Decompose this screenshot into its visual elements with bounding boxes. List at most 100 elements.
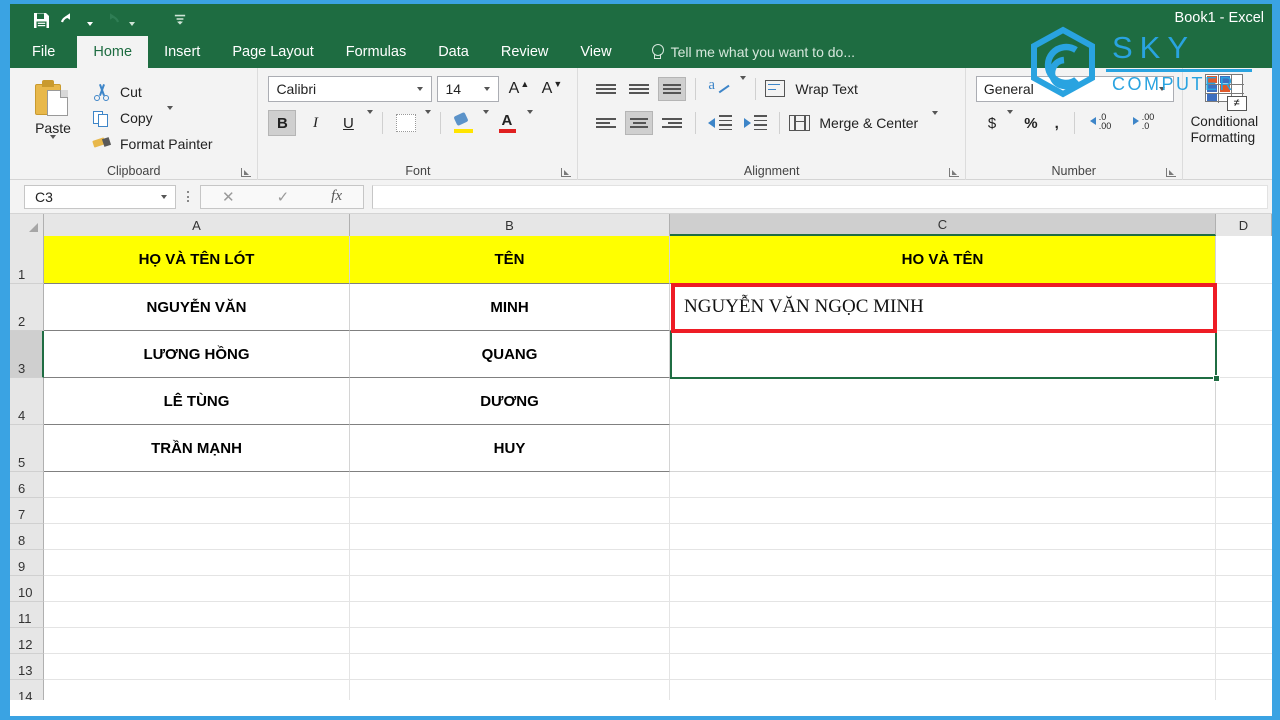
copy-dropdown-icon[interactable] bbox=[166, 106, 173, 126]
borders-dropdown-icon[interactable] bbox=[425, 110, 432, 132]
row-header-9[interactable]: 9 bbox=[10, 550, 44, 576]
redo-dropdown-icon[interactable] bbox=[126, 8, 138, 32]
increase-decimal-button[interactable]: .0.00 bbox=[1084, 110, 1122, 136]
row-header-12[interactable]: 12 bbox=[10, 628, 44, 654]
cell-B7[interactable] bbox=[350, 498, 670, 524]
cell-C13[interactable] bbox=[670, 654, 1216, 680]
cell-D9[interactable] bbox=[1216, 550, 1272, 576]
redo-icon[interactable] bbox=[98, 8, 124, 32]
merge-center-button[interactable]: Merge & Center bbox=[789, 110, 939, 136]
cell-C10[interactable] bbox=[670, 576, 1216, 602]
tab-view[interactable]: View bbox=[564, 36, 627, 68]
name-box[interactable]: C3 bbox=[24, 184, 176, 209]
tab-insert[interactable]: Insert bbox=[148, 36, 216, 68]
cell-B3[interactable]: QUANG bbox=[350, 331, 670, 378]
orientation-dropdown-icon[interactable] bbox=[740, 76, 747, 98]
clipboard-dialog-launcher[interactable] bbox=[241, 166, 252, 177]
row-header-10[interactable]: 10 bbox=[10, 576, 44, 602]
tab-review[interactable]: Review bbox=[485, 36, 565, 68]
merge-dropdown-icon[interactable] bbox=[932, 111, 939, 131]
decrease-indent-button[interactable] bbox=[705, 110, 735, 136]
font-color-dropdown-icon[interactable] bbox=[527, 110, 534, 132]
cell-B2[interactable]: MINH bbox=[350, 284, 670, 331]
column-header-d[interactable]: D bbox=[1216, 214, 1272, 236]
cell-A5[interactable]: TRẦN MẠNH bbox=[44, 425, 350, 472]
cell-C6[interactable] bbox=[670, 472, 1216, 498]
cell-C5[interactable] bbox=[670, 425, 1216, 472]
cell-A2[interactable]: NGUYỄN VĂN bbox=[44, 284, 350, 331]
cell-D7[interactable] bbox=[1216, 498, 1272, 524]
top-align-button[interactable] bbox=[592, 77, 620, 101]
decrease-decimal-button[interactable]: .00.0 bbox=[1127, 110, 1165, 136]
orientation-button[interactable]: a bbox=[705, 76, 735, 102]
cell-D13[interactable] bbox=[1216, 654, 1272, 680]
cell-A4[interactable]: LÊ TÙNG bbox=[44, 378, 350, 425]
cell-A10[interactable] bbox=[44, 576, 350, 602]
increase-indent-button[interactable] bbox=[740, 110, 770, 136]
cell-C3[interactable] bbox=[670, 331, 1216, 378]
cell-B9[interactable] bbox=[350, 550, 670, 576]
cell-A11[interactable] bbox=[44, 602, 350, 628]
cancel-icon[interactable]: ✕ bbox=[222, 188, 235, 206]
tell-me-search[interactable]: Tell me what you want to do... bbox=[628, 36, 855, 68]
borders-button[interactable] bbox=[392, 110, 420, 136]
percent-format-button[interactable]: % bbox=[1018, 110, 1043, 136]
italic-button[interactable]: I bbox=[301, 110, 329, 136]
cell-D4[interactable] bbox=[1216, 378, 1272, 425]
fill-color-dropdown-icon[interactable] bbox=[483, 110, 490, 132]
cell-C2[interactable]: NGUYỄN VĂN NGỌC MINH bbox=[670, 284, 1216, 331]
row-header-5[interactable]: 5 bbox=[10, 425, 44, 472]
cell-C9[interactable] bbox=[670, 550, 1216, 576]
cell-B5[interactable]: HUY bbox=[350, 425, 670, 472]
wrap-text-button[interactable]: Wrap Text bbox=[765, 76, 858, 102]
cell-B4[interactable]: DƯƠNG bbox=[350, 378, 670, 425]
cell-A1[interactable]: HỌ VÀ TÊN LÓT bbox=[44, 236, 350, 284]
cell-D8[interactable] bbox=[1216, 524, 1272, 550]
cell-D3[interactable] bbox=[1216, 331, 1272, 378]
undo-icon[interactable] bbox=[56, 8, 82, 32]
cell-D12[interactable] bbox=[1216, 628, 1272, 654]
tab-file[interactable]: File bbox=[10, 36, 78, 68]
cell-D1[interactable] bbox=[1216, 236, 1272, 284]
row-header-3[interactable]: 3 bbox=[10, 331, 44, 378]
cell-A3[interactable]: LƯƠNG HỒNG bbox=[44, 331, 350, 378]
cell-C4[interactable] bbox=[670, 378, 1216, 425]
row-header-1[interactable]: 1 bbox=[10, 236, 44, 284]
bold-button[interactable]: B bbox=[268, 110, 297, 136]
font-name-dropdown-icon[interactable] bbox=[413, 87, 427, 91]
align-left-button[interactable] bbox=[592, 111, 620, 135]
cell-B13[interactable] bbox=[350, 654, 670, 680]
row-header-14[interactable]: 14 bbox=[10, 680, 44, 700]
cell-C8[interactable] bbox=[670, 524, 1216, 550]
tab-data[interactable]: Data bbox=[422, 36, 485, 68]
align-right-button[interactable] bbox=[658, 111, 686, 135]
font-size-input[interactable]: 14 bbox=[437, 76, 500, 102]
cell-D5[interactable] bbox=[1216, 425, 1272, 472]
number-format-dropdown-icon[interactable] bbox=[1155, 87, 1169, 91]
cell-B11[interactable] bbox=[350, 602, 670, 628]
bottom-align-button[interactable] bbox=[658, 77, 687, 101]
check-icon[interactable]: ✓ bbox=[277, 188, 290, 206]
cell-D14[interactable] bbox=[1216, 680, 1272, 700]
cell-B10[interactable] bbox=[350, 576, 670, 602]
fill-handle[interactable] bbox=[1213, 375, 1220, 382]
cell-A6[interactable] bbox=[44, 472, 350, 498]
cell-B8[interactable] bbox=[350, 524, 670, 550]
cell-B1[interactable]: TÊN bbox=[350, 236, 670, 284]
undo-dropdown-icon[interactable] bbox=[84, 8, 96, 32]
cell-C14[interactable] bbox=[670, 680, 1216, 700]
row-header-8[interactable]: 8 bbox=[10, 524, 44, 550]
format-painter-button[interactable]: Format Painter bbox=[92, 132, 213, 156]
alignment-dialog-launcher[interactable] bbox=[948, 166, 960, 177]
cell-B6[interactable] bbox=[350, 472, 670, 498]
save-icon[interactable] bbox=[28, 8, 54, 32]
font-color-button[interactable]: A bbox=[494, 110, 522, 136]
number-format-select[interactable]: General bbox=[975, 76, 1174, 102]
cell-A9[interactable] bbox=[44, 550, 350, 576]
select-all-button[interactable] bbox=[10, 214, 44, 236]
middle-align-button[interactable] bbox=[625, 77, 653, 101]
tab-formulas[interactable]: Formulas bbox=[330, 36, 422, 68]
cell-C7[interactable] bbox=[670, 498, 1216, 524]
underline-dropdown-icon[interactable] bbox=[367, 110, 374, 132]
tab-page-layout[interactable]: Page Layout bbox=[216, 36, 329, 68]
